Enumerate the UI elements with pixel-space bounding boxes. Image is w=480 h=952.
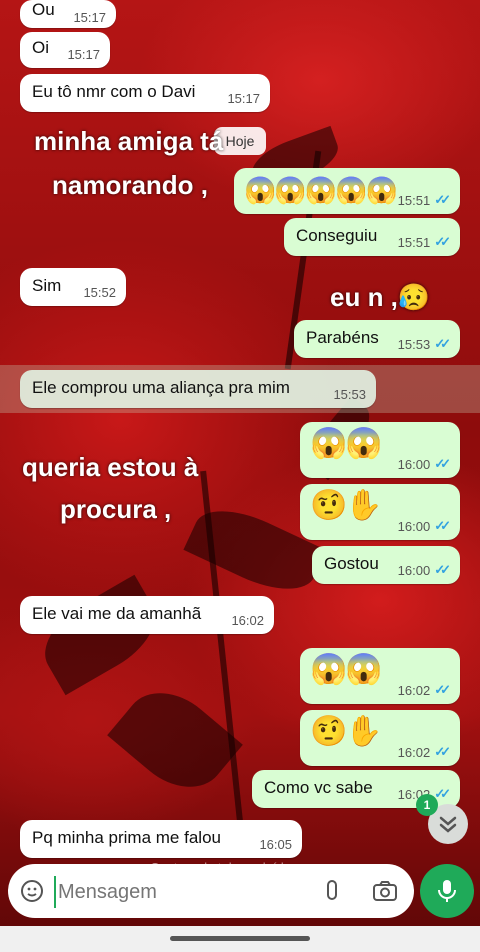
read-receipt-icon: ✓✓: [434, 456, 451, 471]
message-time: 15:53: [397, 336, 431, 352]
read-receipt-icon: ✓✓: [434, 744, 451, 759]
message-time: 16:02: [231, 613, 264, 628]
message-time: 16:02: [397, 682, 431, 698]
message-status: 16:02 ✓✓: [397, 682, 451, 698]
message-text: Sim: [32, 276, 62, 295]
overlay-caption-text: eu n ,😥: [330, 282, 431, 312]
message-status: 16:00 ✓✓: [397, 456, 451, 472]
read-receipt-icon: ✓✓: [434, 518, 451, 533]
message-text: Eu tô nmr com o Davi: [32, 82, 196, 101]
message-time: 15:17: [73, 10, 106, 25]
message-status: 16:00 ✓✓: [397, 562, 451, 578]
message-bubble-out[interactable]: 🤨✋ 16:02 ✓✓: [300, 710, 460, 766]
message-time: 16:02: [397, 744, 431, 760]
message-time: 15:51: [397, 192, 431, 208]
message-time: 15:53: [333, 387, 366, 402]
message-status: 15:51 ✓✓: [397, 234, 451, 250]
message-emoji: 🤨✋: [310, 489, 383, 522]
read-receipt-icon: ✓✓: [434, 192, 451, 207]
message-bubble-out[interactable]: Parabéns 15:53 ✓✓: [294, 320, 460, 358]
message-emoji: 😱😱😱😱😱: [244, 175, 398, 205]
message-time: 15:51: [397, 234, 431, 250]
camera-icon[interactable]: [372, 879, 398, 903]
message-text: Ou: [32, 0, 55, 19]
message-text: Conseguiu: [296, 226, 378, 245]
read-receipt-icon: ✓✓: [434, 562, 451, 577]
message-text: Como vc sabe: [264, 778, 373, 797]
sticker-icon[interactable]: [20, 879, 44, 903]
message-status: 15:53 ✓✓: [397, 336, 451, 352]
attach-icon[interactable]: [320, 879, 344, 903]
message-time: 15:17: [227, 91, 260, 106]
message-text: Oi: [32, 38, 49, 57]
unread-badge: 1: [416, 794, 438, 816]
message-bubble-out[interactable]: Conseguiu 15:51 ✓✓: [284, 218, 460, 256]
message-bubble-in[interactable]: Oi 15:17: [20, 32, 110, 68]
message-text: Parabéns: [306, 328, 379, 347]
message-text: Gostou: [324, 554, 379, 573]
message-emoji: 😱😱: [310, 653, 383, 686]
overlay-caption-text: namorando ,: [52, 170, 209, 200]
message-time: 16:00: [397, 456, 431, 472]
message-text: Ele comprou uma aliança pra mim: [32, 378, 290, 397]
message-time: 16:05: [259, 837, 292, 852]
message-bubble-in[interactable]: Ele comprou uma aliança pra mim 15:53: [20, 370, 376, 408]
message-bubble-in[interactable]: Pq minha prima me falou 16:05: [20, 820, 302, 858]
message-bubble-out[interactable]: Gostou 16:00 ✓✓: [312, 546, 460, 584]
message-time: 16:00: [397, 562, 431, 578]
message-emoji: 🤨✋: [310, 715, 383, 748]
message-bubble-out[interactable]: 😱😱 16:02 ✓✓: [300, 648, 460, 704]
message-status: 16:00 ✓✓: [397, 518, 451, 534]
home-gesture-pill[interactable]: [170, 936, 310, 941]
message-composer: [8, 864, 414, 918]
overlay-caption-text: queria estou à: [22, 452, 199, 482]
message-text: Ele vai me da amanhã: [32, 604, 202, 623]
message-bubble-in[interactable]: Ou 15:17: [20, 0, 116, 28]
message-text: Pq minha prima me falou: [32, 828, 221, 847]
message-time: 16:00: [397, 518, 431, 534]
read-receipt-icon: ✓✓: [434, 682, 451, 697]
message-time: 15:52: [83, 285, 116, 300]
read-receipt-icon: ✓✓: [434, 234, 451, 249]
message-bubble-out[interactable]: 😱😱😱😱😱 15:51 ✓✓: [234, 168, 460, 214]
message-bubble-in[interactable]: Ele vai me da amanhã 16:02: [20, 596, 274, 634]
message-bubble-in[interactable]: Sim 15:52: [20, 268, 126, 306]
overlay-caption-text: procura ,: [60, 494, 172, 524]
mic-icon: [438, 880, 456, 902]
message-emoji: 😱😱: [310, 427, 383, 460]
message-bubble-in[interactable]: Eu tô nmr com o Davi 15:17: [20, 74, 270, 112]
message-status: 16:02 ✓✓: [397, 744, 451, 760]
overlay-caption-text: minha amiga tá: [34, 126, 224, 156]
read-receipt-icon: ✓✓: [434, 336, 451, 351]
message-status: 15:51 ✓✓: [397, 192, 451, 208]
message-bubble-out[interactable]: 🤨✋ 16:00 ✓✓: [300, 484, 460, 540]
message-bubble-out[interactable]: 😱😱 16:00 ✓✓: [300, 422, 460, 478]
message-time: 15:17: [67, 47, 100, 62]
message-input[interactable]: [54, 876, 300, 908]
voice-message-button[interactable]: [420, 864, 474, 918]
